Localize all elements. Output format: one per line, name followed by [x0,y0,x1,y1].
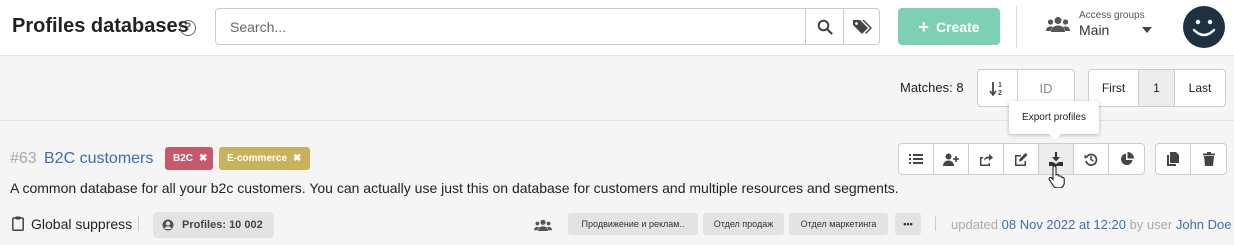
copy-button[interactable] [1156,144,1191,174]
history-button[interactable] [1074,144,1109,174]
clipboard-icon [12,216,24,231]
group-chip[interactable]: Отдел маркетинга [789,213,888,235]
pagination: First 1 Last [1088,69,1226,107]
global-suppress-label[interactable]: Global suppress [31,216,132,232]
remove-tag-icon[interactable]: ✖ [199,153,207,164]
header-divider [1016,6,1017,48]
caret-down-icon [1142,27,1152,33]
delete-button[interactable] [1191,144,1226,174]
tooltip-arrow [1049,134,1061,140]
export-tooltip: Export profiles [1009,101,1099,134]
share-button[interactable] [969,144,1004,174]
updated-date-link[interactable]: 08 Nov 2022 at 12:20 [1002,217,1126,232]
trash-icon [1202,152,1215,166]
tag-e-commerce[interactable]: E-commerce ✖ [219,147,310,170]
pager-current-page[interactable]: 1 [1139,70,1175,106]
smiley-face-icon [1192,19,1216,37]
view-list-button[interactable] [899,144,934,174]
hand-cursor-icon [1048,166,1065,188]
database-name-link[interactable]: B2C customers [44,150,153,168]
updated-info: updated 08 Nov 2022 at 12:20 by user Joh… [951,217,1232,232]
updated-user-link[interactable]: John Doe [1176,217,1232,232]
access-groups-value: Main [1079,22,1110,38]
search-box [215,8,880,45]
group-chip[interactable]: Продвижение и реклам.. [568,213,698,235]
download-icon [1049,152,1063,166]
more-groups-button[interactable]: ••• [895,213,921,235]
history-icon [1084,153,1098,166]
create-button-label: Create [935,18,980,35]
copy-icon [1167,152,1179,166]
edit-button[interactable] [1004,144,1039,174]
page-title: Profiles databases [12,15,189,37]
database-extra-actions [1155,143,1227,175]
top-header: Profiles databases ? + Create Access gro… [0,0,1234,56]
database-id: #63 [10,150,37,167]
database-description: A common database for all your b2c custo… [10,180,899,196]
list-icon [909,154,923,164]
add-profile-button[interactable] [934,144,969,174]
svg-text:2: 2 [998,90,1002,96]
avatar[interactable] [1183,6,1225,48]
group-chip[interactable]: Отдел продаж [703,213,784,235]
matches-count: Matches: 8 [900,80,964,95]
separator [935,216,936,231]
sort-numeric-icon: 12 [988,82,1002,96]
plus-icon: + [918,16,929,37]
pie-chart-icon [1120,152,1134,166]
groups-icon [534,219,552,231]
remove-tag-icon[interactable]: ✖ [293,153,301,164]
updated-prefix: updated [951,217,998,232]
tag-label: E-commerce [227,153,288,164]
tags-icon [852,19,872,34]
profiles-count-label: Profiles: 10 002 [182,219,263,231]
separator [138,216,139,231]
edit-icon [1015,152,1028,166]
statistics-button[interactable] [1109,144,1144,174]
tags-filter-button[interactable] [843,9,879,44]
share-icon [980,153,993,166]
profiles-count-badge[interactable]: Profiles: 10 002 [153,212,274,238]
svg-text:1: 1 [998,82,1002,89]
updated-by-label: by user [1129,217,1173,232]
create-button[interactable]: + Create [898,8,1000,45]
access-groups-caption: Access groups [1079,10,1145,21]
question-circle-icon[interactable]: ? [180,20,196,36]
search-icon [817,19,833,35]
tag-label: B2C [173,153,194,164]
search-input[interactable] [216,9,805,44]
tag-b2c[interactable]: B2C ✖ [165,147,213,170]
users-icon [1046,17,1070,32]
database-actions [898,143,1145,175]
pager-last-button[interactable]: Last [1175,70,1225,106]
user-circle-icon [162,219,174,231]
search-button[interactable] [805,9,843,44]
access-groups-dropdown[interactable]: Access groups Main [1046,8,1156,46]
add-user-icon [943,153,959,166]
